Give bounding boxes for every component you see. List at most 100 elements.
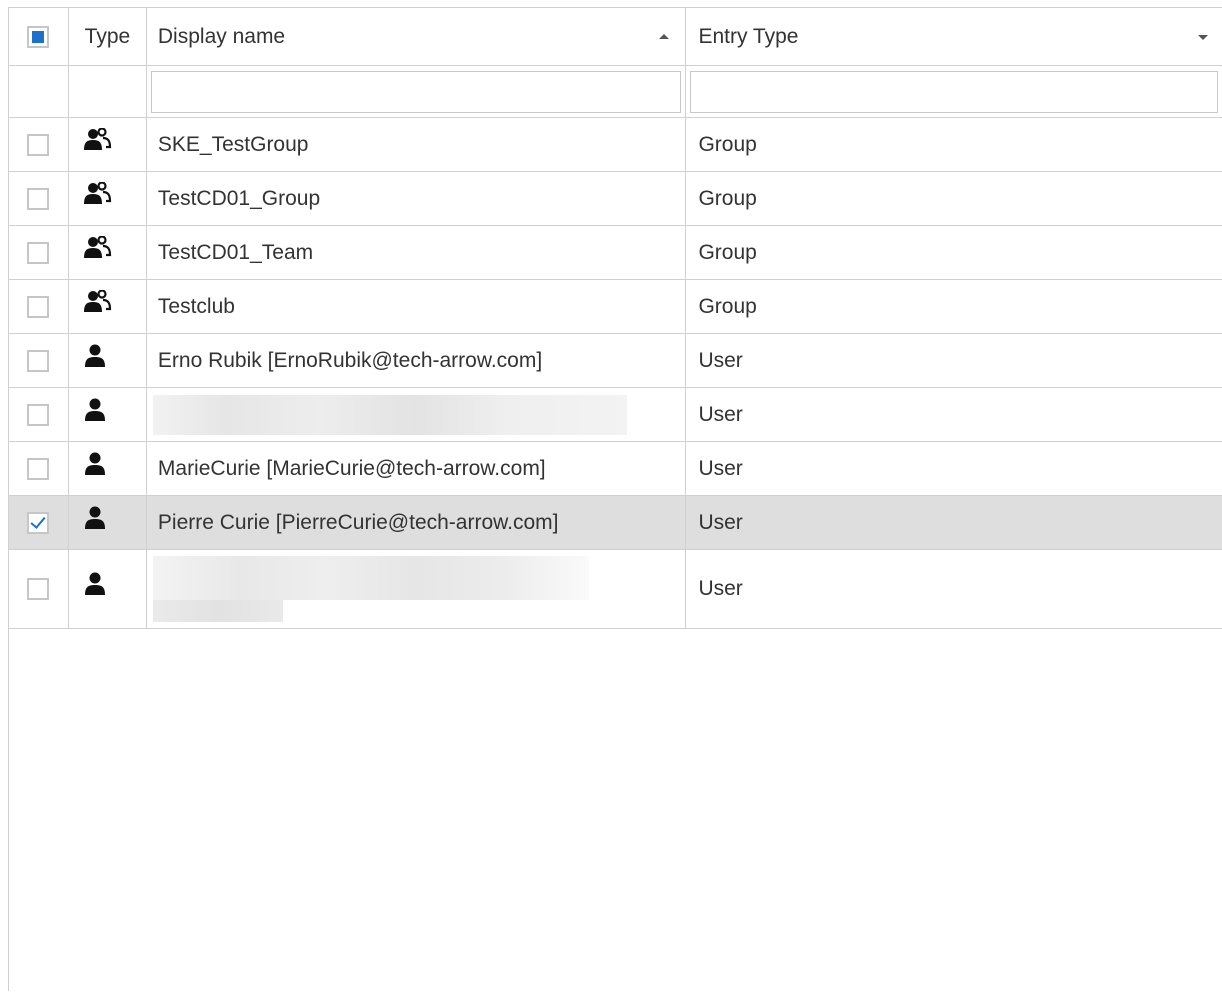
row-entry-type: User bbox=[698, 577, 743, 600]
row-checkbox[interactable] bbox=[27, 403, 50, 426]
row-entry-type: Group bbox=[698, 294, 757, 318]
row-display-name-cell: SKE_TestGroup bbox=[147, 118, 687, 171]
row-display-name-cell: TestCD01_Group bbox=[147, 172, 687, 225]
row-checkbox[interactable] bbox=[27, 457, 50, 480]
table-row[interactable]: MarieCurie [MarieCurie@tech-arrow.com] U… bbox=[9, 442, 1222, 496]
row-display-name-cell: TestCD01_Team bbox=[147, 226, 687, 279]
row-select-cell bbox=[9, 388, 69, 441]
row-display-name-cell bbox=[147, 550, 687, 628]
row-type-cell bbox=[69, 550, 147, 628]
row-type-cell bbox=[69, 496, 147, 549]
row-select-cell bbox=[9, 226, 69, 279]
user-icon bbox=[83, 398, 113, 422]
user-icon bbox=[83, 344, 113, 368]
entries-grid: Type Display name Entry Type SKE_TestGro… bbox=[8, 7, 1222, 991]
row-checkbox-checked[interactable] bbox=[27, 511, 50, 534]
row-display-name-cell: Erno Rubik [ErnoRubik@tech-arrow.com] bbox=[147, 334, 687, 387]
row-checkbox[interactable] bbox=[27, 578, 50, 600]
grid-header-row: Type Display name Entry Type bbox=[9, 8, 1222, 66]
column-header-type[interactable]: Type bbox=[69, 8, 147, 65]
row-display-name: Testclub bbox=[157, 294, 235, 318]
column-header-type-label: Type bbox=[84, 24, 131, 48]
row-select-cell bbox=[9, 334, 69, 387]
row-checkbox[interactable] bbox=[27, 133, 50, 156]
group-icon bbox=[83, 289, 113, 314]
table-row[interactable]: Erno Rubik [ErnoRubik@tech-arrow.com] Us… bbox=[9, 334, 1222, 388]
table-row[interactable]: TestCD01_Team Group bbox=[9, 226, 1222, 280]
group-icon bbox=[83, 127, 113, 152]
column-header-entry-type-label: Entry Type bbox=[698, 24, 799, 48]
column-header-entry-type[interactable]: Entry Type bbox=[686, 8, 1222, 65]
row-entry-type-cell: Group bbox=[686, 280, 1222, 333]
table-row[interactable]: SKE_TestGroup Group bbox=[9, 118, 1222, 172]
row-select-cell bbox=[9, 550, 69, 628]
row-type-cell bbox=[69, 442, 147, 495]
table-row[interactable]: Testclub Group bbox=[9, 280, 1222, 334]
table-row[interactable]: User bbox=[9, 550, 1222, 629]
row-entry-type-cell: User bbox=[686, 442, 1222, 495]
column-header-display-name[interactable]: Display name bbox=[147, 8, 687, 65]
row-checkbox[interactable] bbox=[27, 295, 50, 318]
row-display-name-cell bbox=[147, 388, 687, 441]
row-type-cell bbox=[69, 172, 147, 225]
column-menu-icon[interactable] bbox=[1198, 34, 1209, 40]
row-entry-type-cell: Group bbox=[686, 226, 1222, 279]
row-entry-type-cell: User bbox=[686, 550, 1222, 628]
user-icon bbox=[83, 572, 113, 596]
row-display-name: MarieCurie [MarieCurie@tech-arrow.com] bbox=[157, 456, 546, 480]
sort-ascending-icon[interactable] bbox=[659, 33, 670, 39]
row-entry-type: Group bbox=[698, 240, 757, 264]
row-select-cell bbox=[9, 280, 69, 333]
row-entry-type-cell: Group bbox=[686, 172, 1222, 225]
redacted-display-name bbox=[152, 556, 589, 622]
filter-cell-type bbox=[69, 66, 147, 117]
row-select-cell bbox=[9, 172, 69, 225]
row-entry-type-cell: User bbox=[686, 334, 1222, 387]
row-display-name-cell: Testclub bbox=[147, 280, 687, 333]
table-row[interactable]: User bbox=[9, 388, 1222, 442]
grid-empty-area bbox=[9, 629, 1222, 999]
row-entry-type: User bbox=[698, 402, 743, 426]
row-entry-type: User bbox=[698, 456, 743, 480]
row-entry-type: User bbox=[698, 510, 743, 534]
row-entry-type-cell: User bbox=[686, 496, 1222, 549]
row-checkbox[interactable] bbox=[27, 187, 50, 210]
row-display-name-cell: Pierre Curie [PierreCurie@tech-arrow.com… bbox=[147, 496, 687, 549]
group-icon bbox=[83, 235, 113, 260]
row-select-cell bbox=[9, 442, 69, 495]
row-type-cell bbox=[69, 388, 147, 441]
row-display-name: TestCD01_Group bbox=[157, 186, 321, 210]
grid-filter-row bbox=[9, 66, 1222, 118]
row-type-cell bbox=[69, 334, 147, 387]
column-header-display-name-label: Display name bbox=[157, 24, 286, 48]
row-display-name: SKE_TestGroup bbox=[157, 132, 309, 156]
filter-cell-entry-type bbox=[686, 66, 1222, 117]
user-icon bbox=[83, 452, 113, 476]
row-checkbox[interactable] bbox=[27, 241, 50, 264]
row-type-cell bbox=[69, 118, 147, 171]
row-select-cell bbox=[9, 496, 69, 549]
display-name-filter-input[interactable] bbox=[150, 70, 682, 113]
filter-cell-select bbox=[9, 66, 69, 117]
row-entry-type: Group bbox=[698, 132, 757, 156]
row-type-cell bbox=[69, 280, 147, 333]
table-row[interactable]: TestCD01_Group Group bbox=[9, 172, 1222, 226]
row-checkbox[interactable] bbox=[27, 349, 50, 372]
entry-type-filter-input[interactable] bbox=[690, 70, 1218, 113]
row-entry-type-cell: User bbox=[686, 388, 1222, 441]
select-all-cell bbox=[9, 8, 69, 65]
row-type-cell bbox=[69, 226, 147, 279]
redacted-line-1 bbox=[152, 556, 589, 600]
row-display-name: Pierre Curie [PierreCurie@tech-arrow.com… bbox=[157, 510, 559, 534]
user-icon bbox=[83, 506, 113, 530]
select-all-checkbox[interactable] bbox=[27, 25, 50, 48]
row-display-name-cell: MarieCurie [MarieCurie@tech-arrow.com] bbox=[147, 442, 687, 495]
row-select-cell bbox=[9, 118, 69, 171]
row-display-name: Erno Rubik [ErnoRubik@tech-arrow.com] bbox=[157, 348, 543, 372]
redacted-line-2 bbox=[152, 600, 283, 622]
row-entry-type-cell: Group bbox=[686, 118, 1222, 171]
row-entry-type: User bbox=[698, 348, 743, 372]
table-row-selected[interactable]: Pierre Curie [PierreCurie@tech-arrow.com… bbox=[9, 496, 1222, 550]
row-entry-type: Group bbox=[698, 186, 757, 210]
filter-cell-display-name bbox=[147, 66, 687, 117]
